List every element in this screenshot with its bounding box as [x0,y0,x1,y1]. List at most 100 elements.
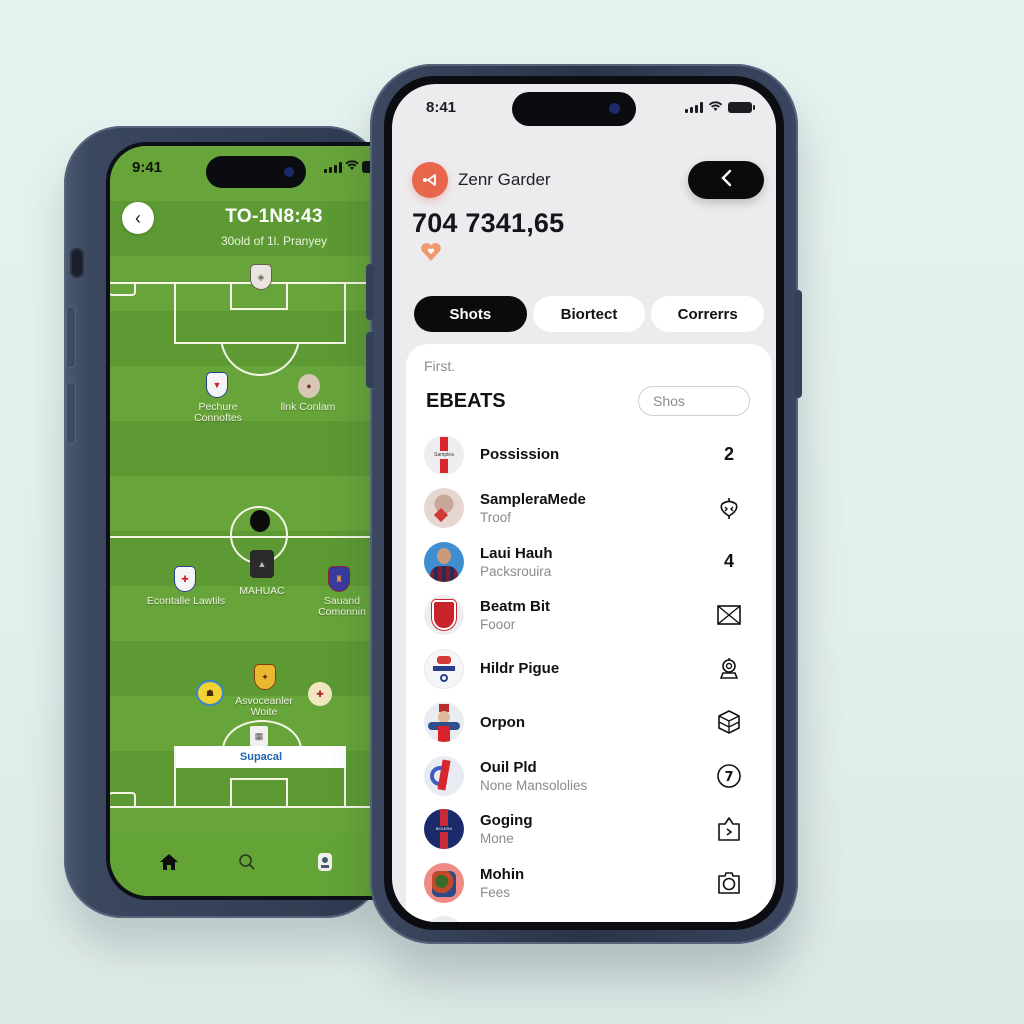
item-title: Mohin [480,865,525,883]
app-name: Zenr Garder [458,170,551,189]
item-text: SampleraMede Troof [480,491,714,525]
club-crest-avatar [424,755,464,796]
item-subtitle: Troof [480,510,512,526]
profile-icon[interactable] [313,850,337,874]
goal-box-bottom [230,778,288,806]
player-label: Pechure Connoftes [194,401,242,424]
status-time: 8:41 [426,98,457,116]
item-text: Beatm Bit Fooor [480,598,714,632]
left-phone: 9:41 ‹ TO-1N8:43 30old of 1l. Pranyey ◈ … [64,126,384,918]
box-3d-icon[interactable] [714,707,744,737]
volume-up-button [66,306,76,368]
crest-icon[interactable]: ✦ [254,664,276,690]
tab-correrrs[interactable]: Correrrs [651,296,765,332]
club-crest-avatar: BOLERA [424,809,464,850]
right-screen: 8:41 Zenr Garder 704 7341,65 Shots Biort… [392,84,776,922]
search-icon[interactable] [235,850,259,874]
player-photo-avatar [424,916,464,922]
tab-shots[interactable]: Shots [414,296,527,332]
svg-text:7: 7 [724,770,733,785]
status-icons [324,160,370,174]
list-item[interactable]: Samplea Possission 2 [406,428,772,482]
player-label: llnk Conlam [280,401,336,413]
player-label: Econtalle Lawtils [146,595,226,607]
app-identity: Zenr Garder [412,162,551,198]
item-text: Mohin Fees [480,866,714,900]
item-title: Hildr Pigue [480,660,560,678]
status-bar: 8:41 [426,94,755,120]
list-item[interactable]: Mohin Fees [406,856,772,910]
right-phone: 8:41 Zenr Garder 704 7341,65 Shots Biort… [366,64,802,944]
item-title: SampleraMede [480,491,586,509]
battery-icon [362,161,370,173]
list-item[interactable]: Beatm Bit Fooor [406,589,772,643]
status-time: 9:41 [132,158,163,176]
list-item[interactable]: Laui Hauh Packsrouira 4 [406,535,772,589]
sponsor-banner: Supacal [176,746,346,768]
back-button[interactable]: ‹ [122,202,154,234]
crest-icon[interactable]: ✚ [308,682,332,706]
trophy-bowl-icon[interactable] [714,493,744,523]
volume-down-button [66,382,76,444]
item-value: 4 [723,551,734,572]
ring-switch [70,248,84,278]
home-icon[interactable] [157,850,181,874]
item-text: Orpon [480,714,714,731]
clock-icon[interactable] [714,921,744,922]
search-input[interactable]: Shos [638,386,750,416]
item-subtitle: Mone [480,831,514,847]
stats-card: First. EBEATS Shos Samplea Possission 2 … [406,344,772,922]
item-title: Goging [480,812,533,830]
headline-number: 704 7341,65 [412,208,565,238]
trophy-icon[interactable]: ▲ [250,550,274,578]
item-title: Beatm Bit [480,598,551,616]
power-button [794,290,802,398]
player-photo-avatar [424,488,464,529]
bottom-touchline [110,806,378,808]
list-item[interactable]: Hildr Pigue [406,642,772,696]
question-circle-icon[interactable]: 7 [714,761,744,791]
stats-list: Samplea Possission 2 SampleraMede Troof … [406,428,772,922]
left-screen: 9:41 ‹ TO-1N8:43 30old of 1l. Pranyey ◈ … [106,142,378,900]
card-heading: EBEATS [426,390,506,412]
item-value: 2 [723,444,734,465]
crest-icon[interactable]: ♜ [328,566,350,592]
item-text: Ouil Pld None Mansololies [480,759,714,793]
list-item[interactable]: Ouil Pld None Mansololies 7 [406,749,772,803]
tag-arrow-icon[interactable] [714,814,744,844]
list-item[interactable]: Conmutas [406,910,772,922]
list-item[interactable]: Orpon [406,696,772,750]
volume-up-button [366,264,374,320]
volume-down-button [366,332,374,388]
player-photo-avatar [424,541,464,582]
corner-box-bottom [110,792,136,808]
tab-biortect[interactable]: Biortect [532,296,646,332]
bell-jar-icon[interactable] [714,654,744,684]
battery-icon [728,101,755,113]
goalkeeper-crest-icon[interactable]: ◈ [250,264,272,290]
list-item[interactable]: SampleraMede Troof [406,482,772,536]
item-text: Hildr Pigue [480,660,714,677]
crest-icon[interactable]: ☗ [196,680,224,706]
list-item[interactable]: BOLERA Goging Mone [406,803,772,857]
heart-icon[interactable] [420,242,442,264]
crest-icon[interactable]: ✚ [174,566,196,592]
item-title: Possission [480,446,560,464]
status-icons [685,99,755,116]
app-header: Zenr Garder [412,160,764,200]
envelope-icon[interactable] [714,600,744,630]
item-subtitle: Fees [480,884,511,900]
item-text: Possission [480,446,714,463]
right-screen-bezel: 8:41 Zenr Garder 704 7341,65 Shots Biort… [384,76,784,930]
item-subtitle: Fooor [480,617,516,633]
camera-icon[interactable] [714,868,744,898]
player-photo-icon[interactable]: ● [298,374,320,398]
match-subtitle: 30old of 1l. Pranyey [220,234,328,248]
item-text: Laui Hauh Packsrouira [480,545,714,579]
crest-icon[interactable]: ▼ [206,372,228,398]
back-button[interactable] [688,161,764,199]
item-text: Goging Mone [480,812,714,846]
item-title: Ouil Pld [480,758,537,776]
club-crest-avatar [424,595,464,636]
wifi-icon [345,160,359,174]
